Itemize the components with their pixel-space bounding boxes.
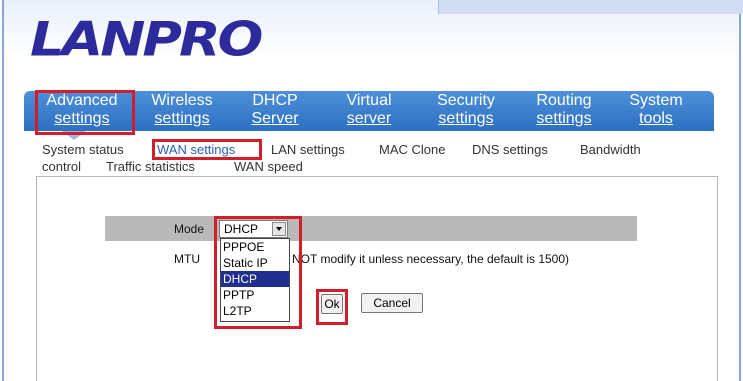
nav-item-advanced-settings[interactable]: Advanced settings (32, 92, 132, 128)
nav-item-system-tools[interactable]: System tools (621, 92, 691, 128)
content-panel (36, 176, 718, 381)
top-tab-decoration (438, 0, 743, 14)
mode-option-pptp[interactable]: PPTP (221, 287, 289, 303)
mode-select-value: DHCP (224, 222, 259, 236)
mode-option-static-ip[interactable]: Static IP (221, 255, 289, 271)
nav-label-line1: DHCP (252, 92, 298, 109)
nav-label-line2: Server (251, 110, 299, 127)
cancel-button[interactable]: Cancel (361, 293, 423, 313)
mode-dropdown-list: PPPOE Static IP DHCP PPTP L2TP (220, 238, 290, 322)
nav-label-line2: tools (639, 110, 673, 127)
subnav-dns-settings[interactable]: DNS settings (472, 142, 548, 158)
nav-label-line2: settings (536, 110, 592, 127)
nav-label-line2: settings (154, 110, 210, 127)
mtu-note: NOT modify it unless necessary, the defa… (292, 252, 570, 266)
nav-label-line1: Security (437, 92, 495, 109)
chevron-down-icon[interactable] (272, 222, 286, 236)
nav-label-line2: settings (54, 110, 110, 127)
subnav-wan-settings[interactable]: WAN settings (157, 142, 235, 158)
nav-label-line1: Routing (536, 92, 592, 109)
subnav-mac-clone[interactable]: MAC Clone (379, 142, 445, 158)
mode-select[interactable]: DHCP (219, 220, 288, 238)
subnav-wan-speed[interactable]: WAN speed (234, 159, 303, 175)
nav-label-line1: Virtual (346, 92, 392, 109)
mode-option-l2tp[interactable]: L2TP (221, 303, 289, 319)
mode-option-dhcp[interactable]: DHCP (221, 271, 289, 287)
nav-item-security-settings[interactable]: Security settings (426, 92, 506, 128)
mode-option-pppoe[interactable]: PPPOE (221, 239, 289, 255)
lanpro-logo: LANPRO (30, 11, 263, 68)
nav-label-line1: Advanced (46, 92, 118, 109)
nav-label-line1: System (629, 92, 683, 109)
nav-label-line1: Wireless (151, 92, 213, 109)
active-nav-pointer (62, 131, 86, 140)
nav-item-routing-settings[interactable]: Routing settings (524, 92, 604, 128)
subnav-traffic-statistics[interactable]: Traffic statistics (106, 159, 195, 175)
mode-label: Mode (174, 222, 205, 236)
subnav-bandwidth-control[interactable]: Bandwidth (580, 142, 641, 158)
nav-item-wireless-settings[interactable]: Wireless settings (137, 92, 227, 128)
nav-item-virtual-server[interactable]: Virtual server (334, 92, 404, 128)
subnav-lan-settings[interactable]: LAN settings (271, 142, 345, 158)
subnav-bandwidth-control-cont[interactable]: control (42, 159, 81, 175)
ok-button[interactable]: Ok (321, 294, 343, 314)
main-nav-bar: Advanced settings Wireless settings DHCP… (24, 91, 714, 131)
nav-label-line2: server (346, 110, 392, 127)
subnav-system-status[interactable]: System status (42, 142, 124, 158)
mtu-label: MTU (174, 252, 200, 266)
nav-label-line2: settings (438, 110, 494, 127)
nav-item-dhcp-server[interactable]: DHCP Server (240, 92, 310, 128)
